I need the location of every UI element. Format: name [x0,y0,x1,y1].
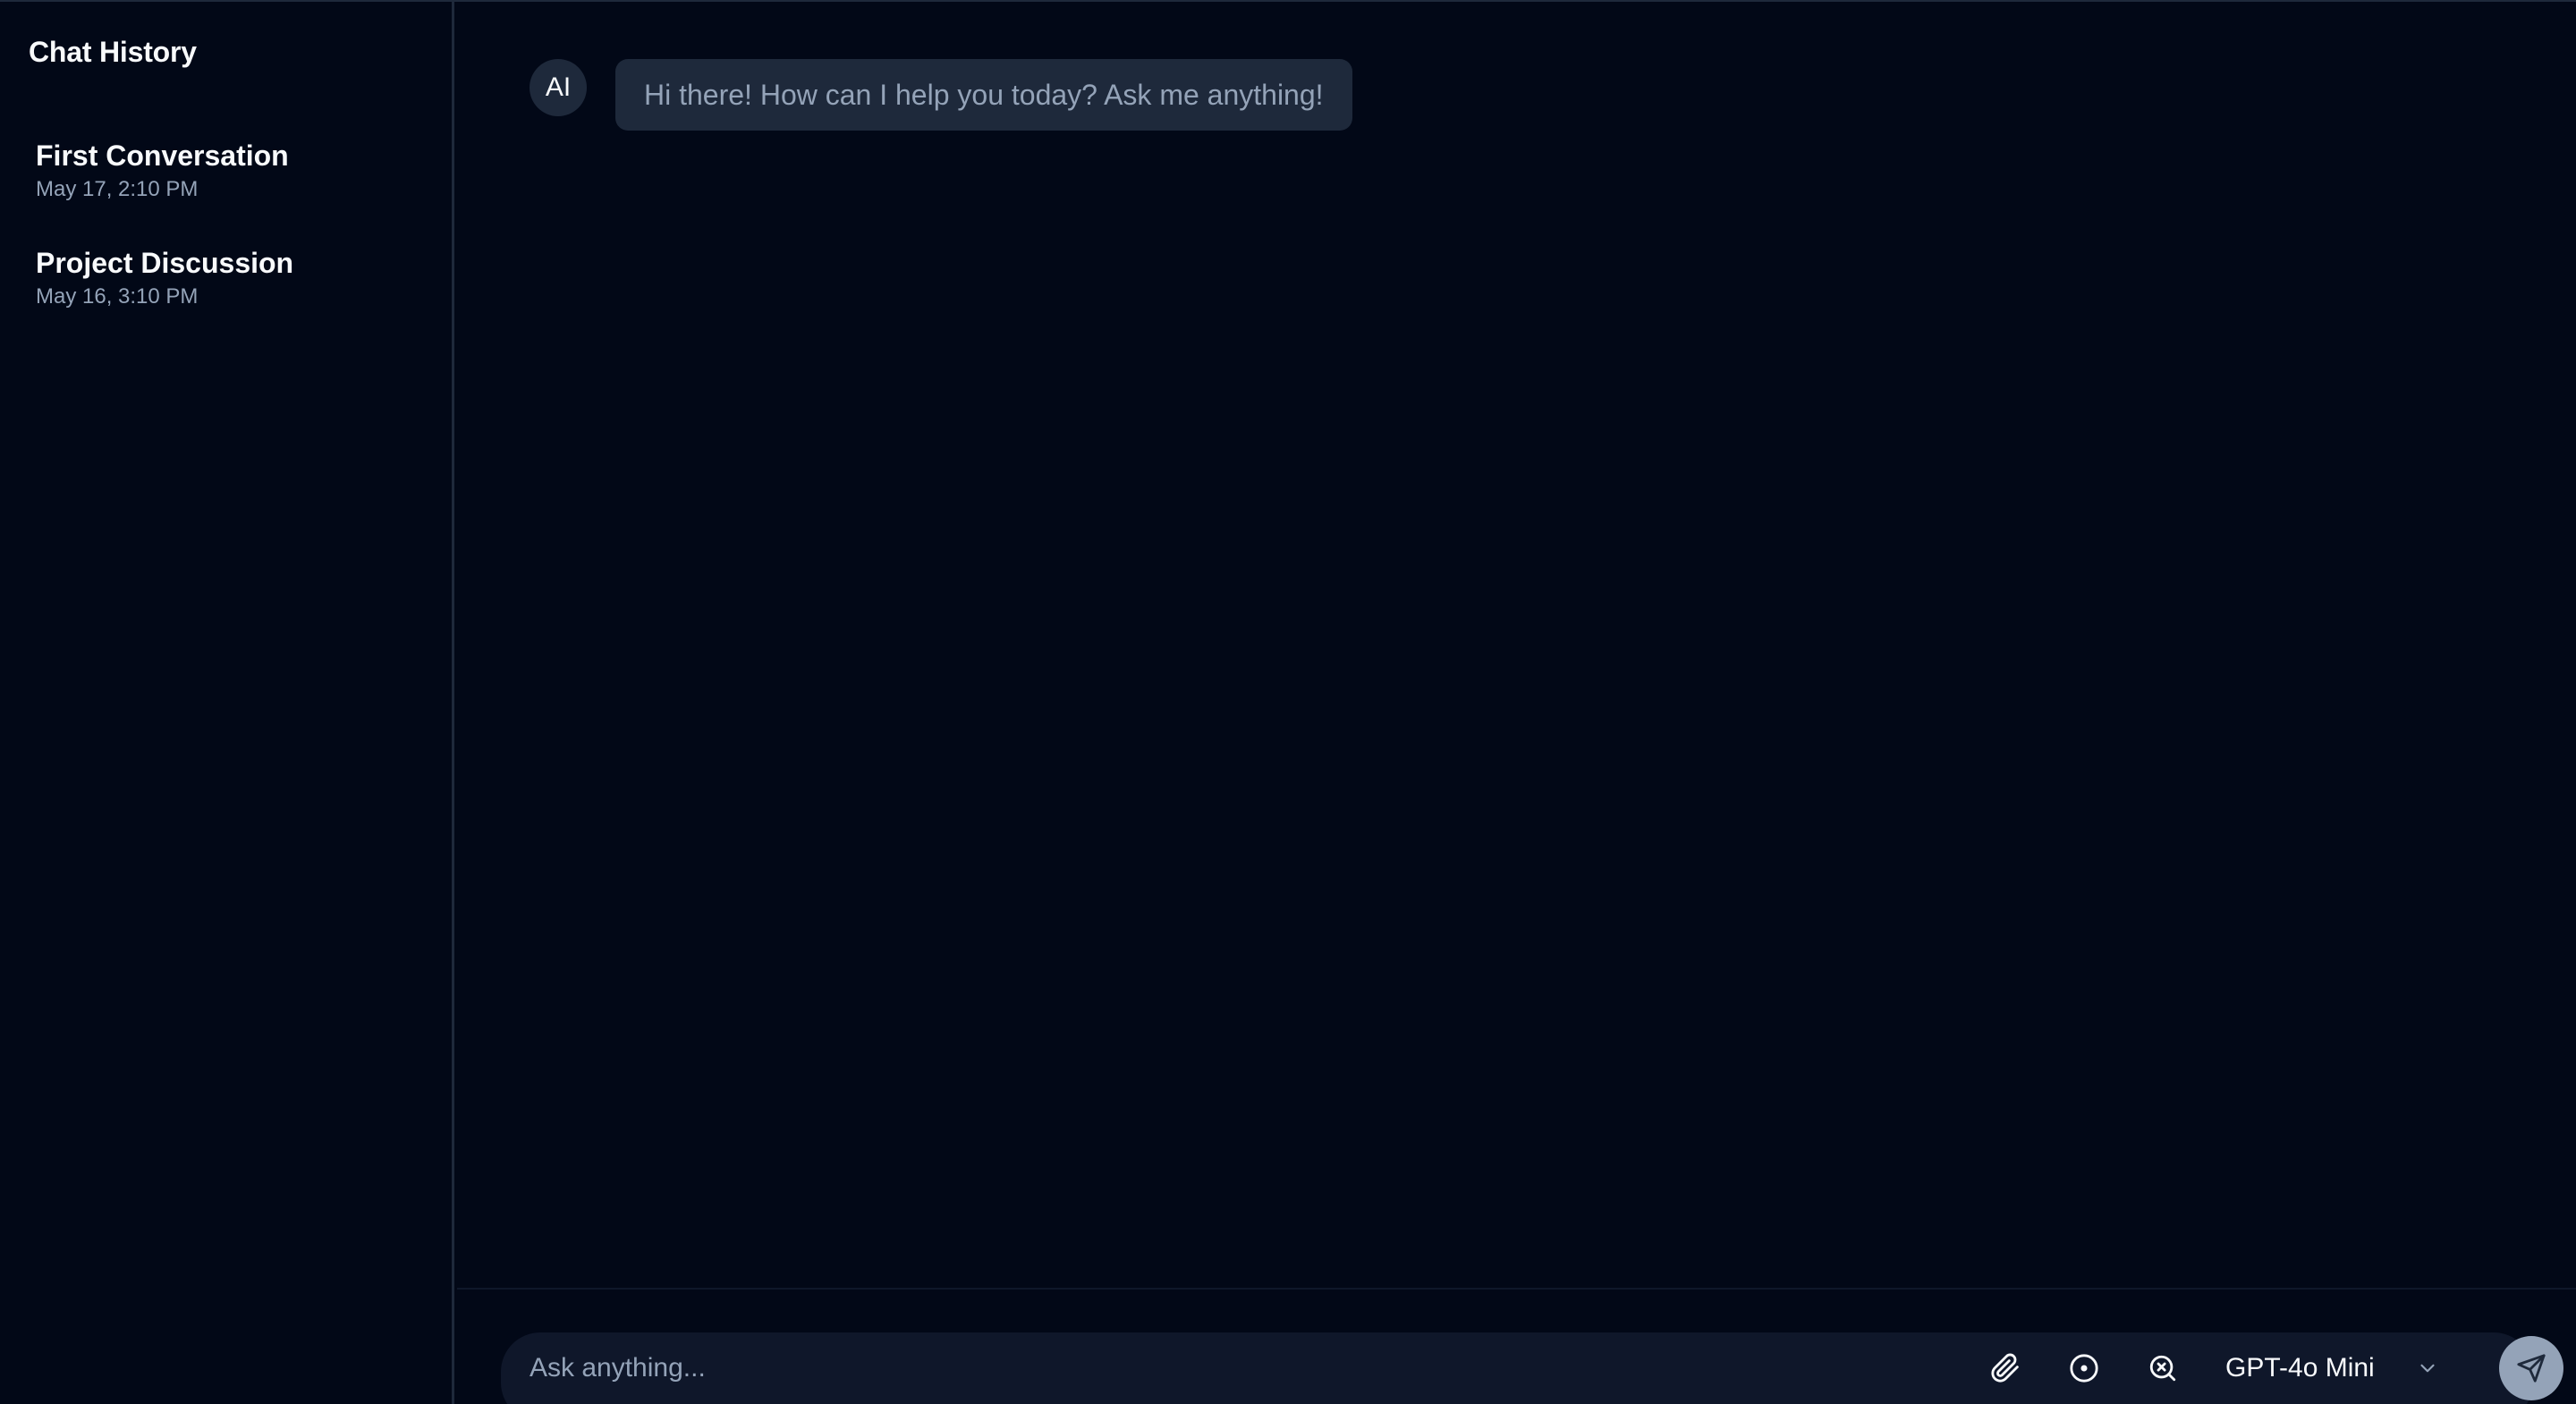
circle-dot-icon [2070,1354,2098,1383]
chat-main: AI Hi there! How can I help you today? A… [457,2,2576,1404]
model-select-label: GPT-4o Mini [2225,1353,2375,1383]
message-bubble: Hi there! How can I help you today? Ask … [615,59,1352,131]
paperclip-icon [1991,1353,2019,1383]
history-item-first-conversation[interactable]: First Conversation May 17, 2:10 PM [18,127,435,222]
history-item-title: First Conversation [36,140,289,172]
history-item-date: May 16, 3:10 PM [36,284,199,309]
model-select[interactable]: GPT-4o Mini [2225,1347,2439,1390]
sidebar: Chat History First Conversation May 17, … [0,2,454,1404]
chat-input[interactable] [530,1347,1871,1390]
send-icon [2517,1354,2546,1383]
search-x-icon [2149,1355,2176,1382]
search-toggle-button[interactable] [2143,1349,2182,1388]
chat-app: Chat History First Conversation May 17, … [0,0,2576,1404]
history-item-project-discussion[interactable]: Project Discussion May 16, 3:10 PM [18,234,435,329]
sidebar-title: Chat History [29,36,197,68]
attach-button[interactable] [1986,1349,2025,1388]
history-item-date: May 17, 2:10 PM [36,177,199,201]
composer-divider [457,1288,2576,1290]
focus-button[interactable] [2064,1349,2104,1388]
send-button[interactable] [2499,1336,2563,1400]
chevron-down-icon [2416,1357,2439,1380]
assistant-message: AI Hi there! How can I help you today? A… [530,59,1352,131]
history-item-title: Project Discussion [36,247,294,279]
composer: GPT-4o Mini [501,1332,2563,1404]
ai-avatar: AI [530,59,587,116]
